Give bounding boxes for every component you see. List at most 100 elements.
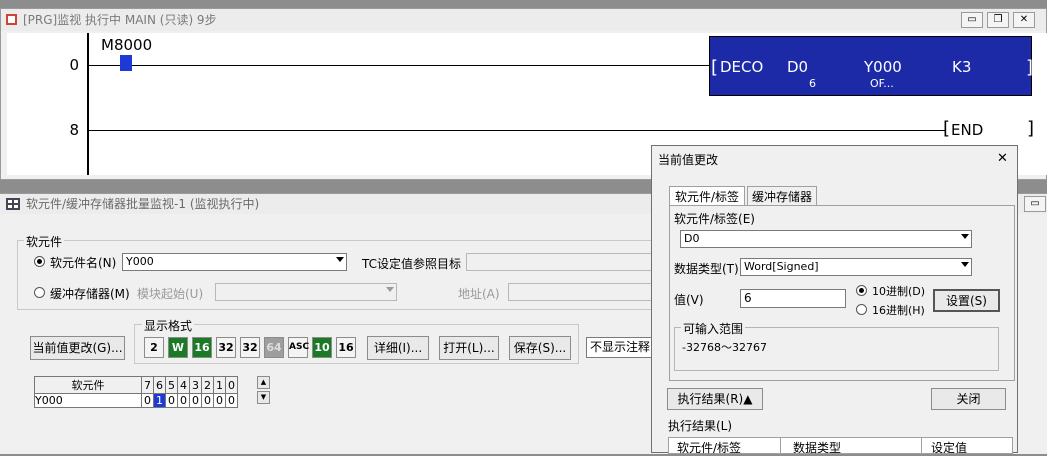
deco-source: D0 bbox=[787, 58, 809, 76]
grid-header-bit: 4 bbox=[177, 376, 190, 394]
address-label: 地址(A) bbox=[458, 287, 500, 301]
module-start-combo[interactable] bbox=[215, 283, 397, 301]
format-32bit-button[interactable]: 32 bbox=[216, 337, 236, 358]
restore-button[interactable]: ❐ bbox=[987, 12, 1009, 28]
chevron-down-icon bbox=[386, 287, 394, 292]
input-range-label: 可输入范围 bbox=[681, 320, 746, 337]
format-hex-button[interactable]: 16 bbox=[336, 337, 356, 358]
result-table-header: 软元件/标签 数据类型 设定值 bbox=[668, 437, 1013, 455]
value-input-text: 6 bbox=[744, 291, 752, 305]
radio-buffer-memory-label: 缓冲存储器(M) bbox=[50, 287, 130, 301]
radio-device-name-label: 软元件名(N) bbox=[50, 256, 117, 270]
radio-device-name[interactable] bbox=[34, 256, 45, 267]
comment-display-combo[interactable]: 不显示注释 bbox=[586, 337, 656, 358]
deco-destination: Y000 bbox=[864, 58, 902, 76]
display-format-label: 显示格式 bbox=[142, 317, 195, 334]
tab-device-label[interactable]: 软元件/标签 bbox=[669, 186, 745, 206]
grid-bit-cell: 0 bbox=[177, 393, 190, 408]
close-window-button[interactable]: ✕ bbox=[1013, 12, 1035, 28]
chevron-down-icon bbox=[961, 262, 969, 267]
radio-buffer-memory[interactable] bbox=[34, 287, 45, 298]
result-column-header: 软元件/标签 bbox=[677, 441, 742, 455]
batch-window-icon bbox=[6, 198, 20, 210]
format-ascii-button[interactable]: ASC bbox=[288, 337, 309, 358]
detail-button[interactable]: 详细(I)... bbox=[367, 336, 429, 360]
grid-scroll-down-button[interactable]: ▼ bbox=[257, 391, 270, 404]
grid-header-bit: 3 bbox=[189, 376, 202, 394]
dialog-close-button[interactable]: 关闭 bbox=[931, 388, 1006, 410]
format-binary-button[interactable]: 2 bbox=[144, 337, 164, 358]
program-window-titlebar[interactable]: [PRG]监视 执行中 MAIN (只读) 9步 bbox=[1, 9, 1046, 31]
result-toggle-button[interactable]: 执行结果(R)▲ bbox=[667, 388, 763, 410]
result-column-divider bbox=[921, 438, 922, 455]
address-field[interactable] bbox=[508, 283, 657, 301]
minimize-button[interactable]: ▭ bbox=[961, 12, 983, 28]
device-name-combo[interactable]: Y000 bbox=[122, 253, 347, 271]
grid-bit-cell: 0 bbox=[201, 393, 214, 408]
program-window-icon bbox=[6, 14, 17, 25]
module-start-label: 模块起始(U) bbox=[137, 287, 204, 301]
dialog-title: 当前值更改 bbox=[658, 153, 719, 167]
format-decimal-button[interactable]: 10 bbox=[312, 337, 332, 358]
dialog-device-combo[interactable]: D0 bbox=[680, 230, 972, 248]
tab-buffer-memory[interactable]: 缓冲存储器 bbox=[747, 186, 817, 206]
value-input[interactable]: 6 bbox=[740, 289, 846, 308]
comment-display-value: 不显示注释 bbox=[590, 340, 651, 354]
open-button[interactable]: 打开(L)... bbox=[439, 336, 499, 360]
tc-reference-field[interactable] bbox=[466, 253, 657, 271]
tc-reference-label: TC设定值参照目标 bbox=[362, 257, 462, 271]
rung0-line-left bbox=[89, 65, 120, 66]
datatype-combo[interactable]: Word[Signed] bbox=[740, 258, 972, 276]
format-32float-button[interactable]: 32 bbox=[240, 337, 260, 358]
datatype-value: Word[Signed] bbox=[744, 260, 819, 273]
deco-close-bracket: ] bbox=[1026, 57, 1034, 78]
grid-header-bit: 0 bbox=[225, 376, 238, 394]
rung0-line-right bbox=[132, 65, 709, 66]
radio-decimal[interactable] bbox=[856, 285, 867, 296]
batch-minimize-button[interactable]: ▭ bbox=[1024, 196, 1046, 212]
m8000-contact[interactable] bbox=[120, 55, 132, 71]
device-group-label: 软元件 bbox=[24, 233, 65, 250]
end-close-bracket: ] bbox=[1027, 118, 1035, 139]
batch-window-title: 软元件/缓冲存储器批量监视-1 (监视执行中) bbox=[26, 197, 260, 211]
grid-bit-cell: 0 bbox=[189, 393, 202, 408]
step-number-0: 0 bbox=[69, 56, 79, 74]
dialog-close-icon[interactable]: ✕ bbox=[997, 151, 1008, 166]
deco-count: K3 bbox=[952, 58, 972, 76]
grid-scroll-up-button[interactable]: ▲ bbox=[257, 376, 270, 389]
grid-header-device: 软元件 bbox=[34, 376, 142, 394]
chevron-down-icon bbox=[336, 257, 344, 262]
contact-device-label: M8000 bbox=[101, 36, 153, 54]
grid-bit-cell: 0 bbox=[165, 393, 178, 408]
result-column-header: 设定值 bbox=[931, 441, 968, 455]
deco-instruction: DECO bbox=[720, 58, 764, 76]
grid-header-bit: 6 bbox=[153, 376, 166, 394]
result-label: 执行结果(L) bbox=[668, 419, 733, 433]
dialog-device-label: 软元件/标签(E) bbox=[674, 212, 755, 226]
result-column-header: 数据类型 bbox=[793, 441, 842, 455]
program-window-title: [PRG]监视 执行中 MAIN (只读) 9步 bbox=[23, 13, 217, 27]
table-row[interactable]: Y000 0 1 0 0 0 0 0 0 bbox=[34, 393, 238, 408]
device-bit-grid[interactable]: 软元件 7 6 5 4 3 2 1 0 Y000 0 1 0 0 0 0 0 0 bbox=[34, 376, 238, 408]
datatype-label: 数据类型(T) bbox=[674, 262, 739, 276]
grid-row-device: Y000 bbox=[34, 393, 142, 408]
result-column-divider bbox=[780, 438, 781, 455]
set-button[interactable]: 设置(S) bbox=[933, 289, 1000, 312]
current-value-dialog: 当前值更改 ✕ 软元件/标签 缓冲存储器 软元件/标签(E) D0 数据类型(T… bbox=[651, 145, 1018, 455]
grid-bit-cell: 0 bbox=[225, 393, 238, 408]
format-64-button[interactable]: 64 bbox=[264, 337, 284, 358]
deco-instruction-block[interactable]: [ DECO D0 6 Y000 OF... K3 ] bbox=[709, 36, 1034, 96]
end-open-bracket: [ bbox=[943, 118, 951, 139]
dialog-device-value: D0 bbox=[684, 232, 700, 245]
value-label: 值(V) bbox=[674, 293, 704, 307]
grid-bit-cell-on: 1 bbox=[153, 393, 166, 408]
format-word-button[interactable]: W bbox=[168, 337, 188, 358]
grid-header-bit: 1 bbox=[213, 376, 226, 394]
radio-hex[interactable] bbox=[856, 304, 867, 315]
format-16bit-button[interactable]: 16 bbox=[192, 337, 212, 358]
input-range-value: -32768～32767 bbox=[682, 341, 767, 354]
chevron-down-icon bbox=[961, 234, 969, 239]
end-instruction[interactable]: END bbox=[951, 121, 983, 139]
save-button[interactable]: 保存(S)... bbox=[509, 336, 571, 360]
change-value-button[interactable]: 当前值更改(G)... bbox=[30, 336, 125, 360]
